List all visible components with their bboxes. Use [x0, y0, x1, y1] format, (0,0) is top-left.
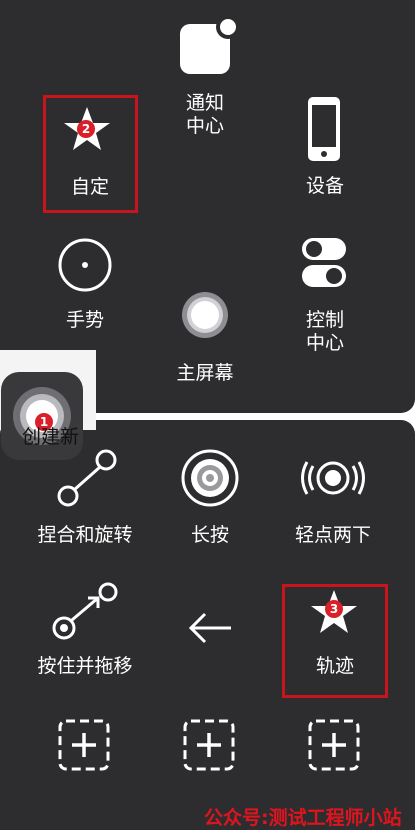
long-press-icon: [181, 449, 239, 507]
gestures-label: 手势: [65, 309, 104, 331]
gestures-item[interactable]: 手势: [30, 235, 140, 335]
add-gesture-icon: [58, 719, 110, 771]
trajectory-badge: 3: [325, 600, 343, 618]
custom-label: 自定: [70, 176, 109, 198]
add-gesture-icon: [183, 719, 235, 771]
custom-badge: 2: [77, 120, 95, 138]
notification-center-icon: [180, 15, 240, 74]
pinch-rotate-label: 捏合和旋转: [37, 524, 133, 546]
add-slot-3[interactable]: [307, 718, 361, 772]
double-tap-item[interactable]: 轻点两下: [278, 448, 388, 558]
phone-icon: [308, 97, 340, 161]
pinch-rotate-icon: [57, 449, 117, 507]
gesture-circle-icon: [58, 238, 112, 292]
custom-item[interactable]: 2 自定: [45, 100, 135, 210]
pinch-rotate-item[interactable]: 捏合和旋转: [20, 448, 150, 558]
add-gesture-icon: [308, 719, 360, 771]
hold-drag-label: 按住并拖移: [37, 655, 133, 677]
home-screen-item[interactable]: 主屏幕: [150, 288, 260, 388]
device-item[interactable]: 设备: [270, 95, 380, 205]
device-label: 设备: [305, 175, 344, 197]
create-new-caption: 创建新: [22, 426, 80, 448]
control-center-item[interactable]: 控制 中心: [270, 235, 380, 355]
home-screen-label: 主屏幕: [176, 362, 234, 384]
home-button-icon: [182, 292, 228, 338]
add-slot-2[interactable]: [182, 718, 236, 772]
watermark-text: 公众号:测试工程师小站: [204, 807, 402, 829]
control-center-label: 控制 中心: [305, 309, 344, 354]
back-arrow-icon: [188, 612, 231, 644]
hold-drag-item[interactable]: 按住并拖移: [20, 580, 150, 690]
trajectory-label: 轨迹: [315, 655, 354, 677]
notification-center-label: 通知 中心: [185, 92, 224, 137]
double-tap-label: 轻点两下: [294, 524, 371, 546]
hold-drag-icon: [52, 582, 118, 640]
trajectory-item[interactable]: 3 轨迹: [285, 588, 385, 694]
long-press-label: 长按: [190, 524, 229, 546]
long-press-item[interactable]: 长按: [155, 448, 265, 558]
toggle-switches-icon: [302, 238, 346, 287]
double-tap-icon: [301, 461, 365, 495]
notification-center-item[interactable]: 通知 中心: [150, 12, 260, 142]
add-slot-1[interactable]: [57, 718, 111, 772]
back-button[interactable]: [175, 600, 245, 660]
